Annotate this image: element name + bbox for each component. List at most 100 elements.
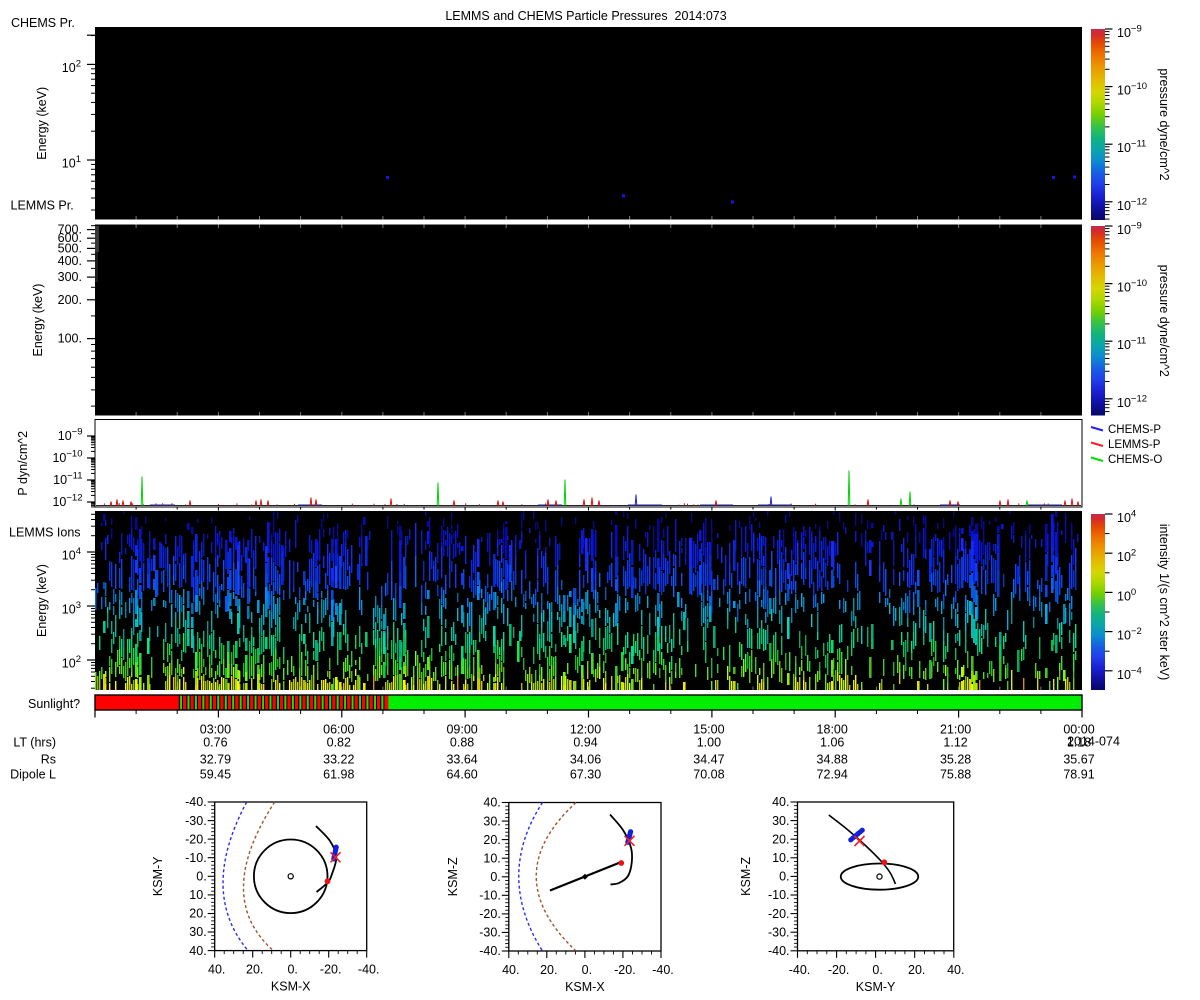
svg-text:100: 100 [1117, 587, 1136, 604]
svg-text:-10.: -10. [479, 889, 501, 903]
svg-text:-20.: -20. [614, 963, 636, 977]
svg-text:-20.: -20. [185, 832, 207, 846]
svg-text:104: 104 [1117, 509, 1136, 526]
svg-text:15:00: 15:00 [693, 723, 724, 737]
svg-text:101: 101 [62, 154, 81, 171]
svg-text:30.: 30. [189, 925, 206, 939]
svg-text:40.: 40. [947, 963, 964, 977]
svg-text:KSM-X: KSM-X [271, 980, 311, 994]
svg-text:0.: 0. [872, 963, 882, 977]
svg-text:20.: 20. [908, 963, 925, 977]
svg-text:-40.: -40. [768, 944, 790, 958]
svg-text:2014-074: 2014-074 [1067, 735, 1120, 749]
svg-text:200.: 200. [58, 293, 82, 307]
svg-text:10−10: 10−10 [52, 449, 82, 466]
svg-text:20.: 20. [540, 963, 557, 977]
svg-text:40.: 40. [208, 963, 225, 977]
svg-text:-30.: -30. [479, 926, 501, 940]
svg-text:LT (hrs): LT (hrs) [13, 736, 56, 750]
svg-text:10−12: 10−12 [1117, 393, 1147, 410]
svg-text:104: 104 [62, 546, 81, 563]
svg-text:35.67: 35.67 [1063, 753, 1094, 767]
svg-text:70.08: 70.08 [693, 768, 724, 782]
svg-text:-20.: -20. [768, 907, 790, 921]
svg-text:10−9: 10−9 [58, 427, 83, 444]
svg-text:pressure dyne/cm^2: pressure dyne/cm^2 [1157, 68, 1171, 180]
svg-text:12:00: 12:00 [570, 723, 601, 737]
svg-text:0.: 0. [582, 963, 592, 977]
svg-text:-30.: -30. [185, 814, 207, 828]
svg-text:30.: 30. [772, 814, 789, 828]
svg-text:10−11: 10−11 [53, 471, 82, 488]
svg-text:61.98: 61.98 [323, 768, 354, 782]
svg-text:P dyn/cm^2: P dyn/cm^2 [16, 431, 30, 496]
svg-text:30.: 30. [483, 814, 500, 828]
svg-text:400.: 400. [58, 254, 82, 268]
svg-text:10−9: 10−9 [1117, 221, 1142, 238]
svg-text:34.88: 34.88 [817, 753, 848, 767]
svg-text:KSM-X: KSM-X [565, 980, 605, 994]
svg-text:CHEMS-P: CHEMS-P [1108, 424, 1161, 436]
svg-text:0.94: 0.94 [573, 736, 597, 750]
svg-text:Energy (keV): Energy (keV) [31, 284, 45, 357]
svg-text:intensity 1/(s cm^2 ster keV): intensity 1/(s cm^2 ster keV) [1157, 524, 1171, 681]
svg-text:10−11: 10−11 [1117, 336, 1146, 353]
svg-text:LEMMS Pr.: LEMMS Pr. [11, 199, 74, 213]
svg-text:Dipole L: Dipole L [10, 768, 56, 782]
svg-text:-40.: -40. [479, 944, 501, 958]
svg-text:40.: 40. [502, 963, 519, 977]
svg-text:59.45: 59.45 [200, 768, 231, 782]
svg-text:1.06: 1.06 [820, 736, 844, 750]
svg-text:Sunlight?: Sunlight? [28, 697, 80, 711]
svg-text:20.: 20. [246, 963, 263, 977]
svg-text:75.88: 75.88 [940, 768, 971, 782]
svg-text:-40.: -40. [789, 963, 811, 977]
svg-text:KSM-Y: KSM-Y [856, 980, 896, 994]
svg-text:0.82: 0.82 [327, 736, 351, 750]
svg-text:21:00: 21:00 [940, 723, 971, 737]
svg-text:10−12: 10−12 [1117, 196, 1147, 213]
svg-text:10−12: 10−12 [52, 493, 82, 510]
svg-text:KSM-Z: KSM-Z [739, 857, 753, 896]
svg-text:34.06: 34.06 [570, 753, 601, 767]
svg-text:0.76: 0.76 [203, 736, 227, 750]
svg-text:-40.: -40. [358, 963, 380, 977]
svg-text:06:00: 06:00 [323, 723, 354, 737]
svg-text:-30.: -30. [768, 925, 790, 939]
svg-text:10.: 10. [483, 851, 500, 865]
svg-text:72.94: 72.94 [817, 768, 848, 782]
svg-text:102: 102 [1117, 548, 1136, 565]
svg-text:-10.: -10. [768, 888, 790, 902]
svg-text:103: 103 [62, 600, 81, 617]
svg-text:CHEMS Pr.: CHEMS Pr. [11, 16, 75, 30]
svg-text:-40.: -40. [652, 963, 674, 977]
svg-text:34.47: 34.47 [693, 753, 724, 767]
svg-text:Energy (keV): Energy (keV) [35, 564, 49, 637]
svg-text:33.64: 33.64 [446, 753, 477, 767]
svg-text:100.: 100. [58, 332, 82, 346]
svg-text:Rs: Rs [41, 753, 56, 767]
svg-text:10−11: 10−11 [1117, 139, 1146, 156]
svg-text:33.22: 33.22 [323, 753, 354, 767]
svg-text:40.: 40. [189, 944, 206, 958]
svg-text:-20.: -20. [828, 963, 850, 977]
svg-text:LEMMS-P: LEMMS-P [1108, 439, 1161, 451]
svg-text:10−9: 10−9 [1117, 24, 1142, 41]
svg-text:20.: 20. [189, 907, 206, 921]
svg-text:KSM-Y: KSM-Y [151, 856, 165, 896]
svg-text:10.: 10. [772, 851, 789, 865]
svg-text:700.: 700. [58, 223, 82, 237]
svg-text:35.28: 35.28 [940, 753, 971, 767]
svg-text:78.91: 78.91 [1063, 768, 1094, 782]
svg-text:102: 102 [62, 654, 81, 671]
svg-text:LEMMS Ions: LEMMS Ions [9, 526, 81, 540]
svg-text:-20.: -20. [320, 963, 342, 977]
svg-text:0.: 0. [287, 963, 297, 977]
svg-text:20.: 20. [483, 833, 500, 847]
svg-text:Energy (keV): Energy (keV) [35, 87, 49, 160]
svg-text:0.: 0. [490, 870, 500, 884]
svg-text:1.12: 1.12 [943, 736, 967, 750]
svg-text:pressure dyne/cm^2: pressure dyne/cm^2 [1157, 265, 1171, 377]
svg-text:-20.: -20. [479, 907, 501, 921]
svg-text:102: 102 [62, 58, 81, 75]
